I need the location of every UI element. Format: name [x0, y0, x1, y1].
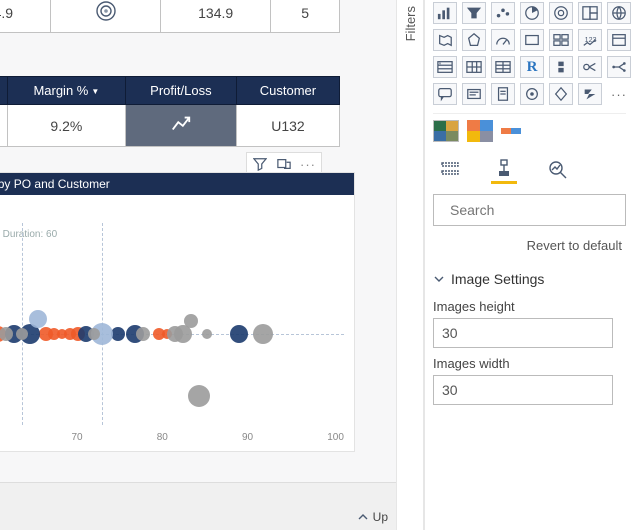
- search-box[interactable]: [433, 194, 626, 226]
- viz-card-icon[interactable]: [520, 29, 544, 51]
- data-point[interactable]: [111, 327, 125, 341]
- cell: 134.9: [161, 0, 271, 33]
- theme-swatch-3[interactable]: [501, 128, 521, 134]
- cell-customer: U132: [236, 105, 339, 147]
- custom-visuals-row: [433, 113, 626, 152]
- viz-decomposition-icon[interactable]: [607, 56, 631, 78]
- filter-icon[interactable]: [251, 155, 269, 173]
- kpi-cell: [51, 0, 161, 33]
- data-table-upper: 134.9 134.9 5: [0, 0, 340, 33]
- x-axis-ticks: 5060708090100: [0, 432, 344, 443]
- viz-python-icon[interactable]: [549, 56, 573, 78]
- col-header-margin[interactable]: Margin: [0, 77, 7, 105]
- col-header-profitloss[interactable]: Profit/Loss: [125, 77, 236, 105]
- sort-desc-icon: ▼: [91, 87, 99, 96]
- section-image-settings[interactable]: Image Settings: [433, 267, 626, 291]
- data-table-columns[interactable]: $ Margin Margin %▼ Profit/Loss Customer …: [0, 76, 340, 147]
- visualizations-pane: 123 A R ···: [424, 0, 634, 530]
- table-row[interactable]: 3 $145 9.2% U132: [0, 105, 340, 147]
- viz-scatter-icon[interactable]: [491, 2, 515, 24]
- input-images-width[interactable]: 30: [433, 375, 613, 405]
- data-point[interactable]: [16, 328, 28, 340]
- viz-paginated-icon[interactable]: [491, 83, 515, 105]
- viz-funnel-icon[interactable]: [462, 2, 486, 24]
- data-point[interactable]: [136, 327, 150, 341]
- chevron-down-icon: [433, 273, 445, 285]
- viz-donut-icon[interactable]: [549, 2, 573, 24]
- tab-analytics[interactable]: [545, 154, 571, 184]
- focus-mode-icon[interactable]: [275, 155, 293, 173]
- search-container: [433, 194, 626, 226]
- data-point[interactable]: [202, 329, 212, 339]
- viz-more-icon[interactable]: ···: [607, 83, 631, 105]
- filters-pane-collapsed[interactable]: Filters: [396, 0, 424, 530]
- label-images-height: Images height: [433, 291, 626, 318]
- canvas-footer: Up: [0, 482, 396, 530]
- data-point[interactable]: [184, 314, 198, 328]
- viz-shape-map-icon[interactable]: [462, 29, 486, 51]
- viz-kpi-icon[interactable]: 123: [578, 29, 602, 51]
- filters-tab-label: Filters: [403, 6, 418, 41]
- viz-table2-icon[interactable]: [491, 56, 515, 78]
- input-images-height[interactable]: 30: [433, 318, 613, 348]
- viz-narrative-icon[interactable]: [462, 83, 486, 105]
- data-point[interactable]: [29, 310, 47, 328]
- viz-arcgis-icon[interactable]: [520, 83, 544, 105]
- cell-margin-pct: 9.2%: [7, 105, 125, 147]
- data-point[interactable]: [88, 328, 100, 340]
- viz-r-visual-icon[interactable]: R: [520, 56, 544, 78]
- scroll-up-hint[interactable]: Up: [357, 510, 388, 524]
- data-point[interactable]: [188, 385, 210, 407]
- viz-key-influencers-icon[interactable]: [578, 56, 602, 78]
- col-header-customer[interactable]: Customer: [236, 77, 339, 105]
- viz-table-icon[interactable]: A: [433, 56, 457, 78]
- viz-powerapps-icon[interactable]: [549, 83, 573, 105]
- chart-legend: U132: [0, 195, 354, 215]
- more-options-icon[interactable]: ···: [299, 155, 317, 173]
- chart-title: and # of Materials by PO and Customer: [0, 173, 354, 195]
- tab-format[interactable]: [491, 154, 517, 184]
- viz-pie-icon[interactable]: [520, 2, 544, 24]
- scatter-chart-visual[interactable]: and # of Materials by PO and Customer U1…: [0, 172, 355, 452]
- col-header-margin-pct[interactable]: Margin %▼: [7, 77, 125, 105]
- cell: 5: [271, 0, 340, 33]
- viz-qna-icon[interactable]: [433, 83, 457, 105]
- viz-slicer-icon[interactable]: [607, 29, 631, 51]
- search-input[interactable]: [450, 202, 631, 218]
- data-point[interactable]: [253, 324, 273, 344]
- cell-margin: $145: [0, 105, 7, 147]
- theme-swatch-1[interactable]: [433, 120, 459, 142]
- label-images-width: Images width: [433, 348, 626, 375]
- theme-swatch-2[interactable]: [467, 120, 493, 142]
- visualization-gallery: 123 A R ···: [433, 0, 626, 113]
- viz-filled-map-icon[interactable]: [433, 29, 457, 51]
- tab-fields[interactable]: [437, 154, 463, 184]
- viz-stacked-bar-icon[interactable]: [433, 2, 457, 24]
- cell: 134.9: [0, 0, 51, 33]
- viz-map-icon[interactable]: [607, 2, 631, 24]
- data-point[interactable]: [230, 325, 248, 343]
- format-tabs: [433, 152, 626, 184]
- revert-to-default-link[interactable]: Revert to default: [433, 234, 626, 267]
- viz-multi-card-icon[interactable]: [549, 29, 573, 51]
- viz-matrix-icon[interactable]: [462, 56, 486, 78]
- report-canvas[interactable]: 134.9 134.9 5 $ Margin Margin %▼ Profit/…: [0, 0, 396, 530]
- viz-treemap-icon[interactable]: [578, 2, 602, 24]
- cell-profitloss: [125, 105, 236, 147]
- viz-automate-icon[interactable]: [578, 83, 602, 105]
- viz-gauge-icon[interactable]: [491, 29, 515, 51]
